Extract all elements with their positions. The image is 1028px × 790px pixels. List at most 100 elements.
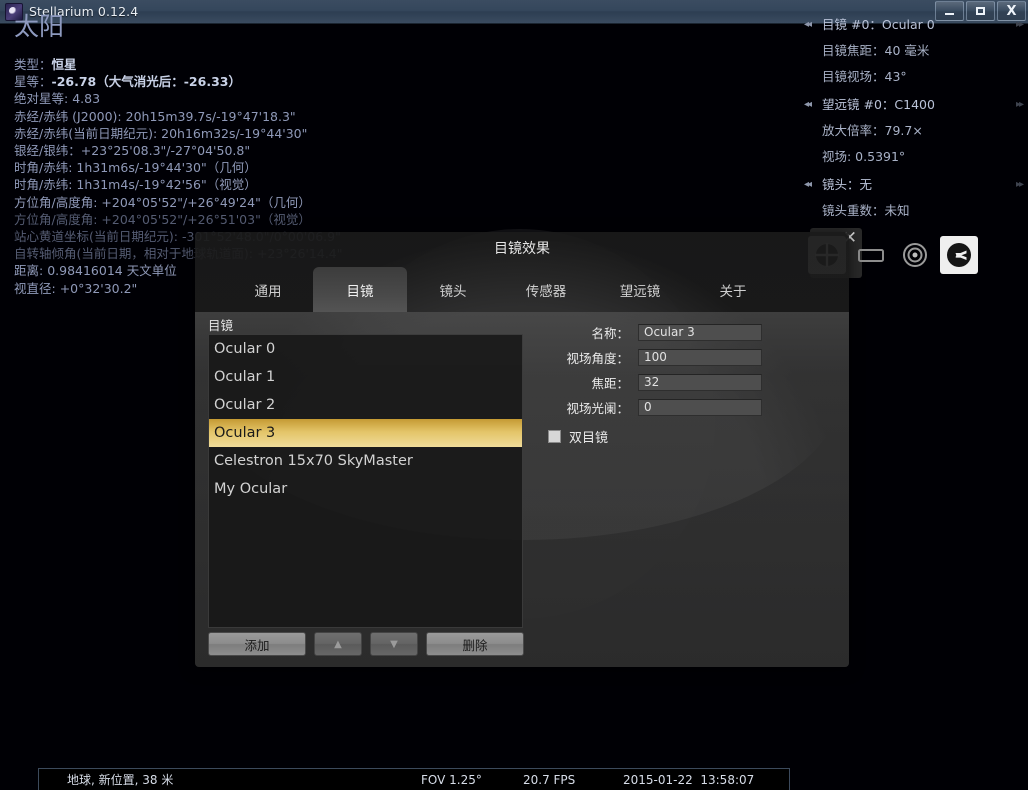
info-row: 赤经/赤纬(当前日期纪元): 20h16m32s/-19°44'30" [14,125,484,142]
ocular-group-label: 目镜 [208,318,234,333]
info-row: 星等：-26.78（大气消光后：-26.33） [14,73,484,90]
tab-label: 目镜 [346,284,374,300]
info-row-value: +0°32'30.2" [59,280,138,296]
move-up-button[interactable]: ▲ [314,632,362,656]
status-datetime[interactable]: 2015-01-22 13:58:07 [623,773,754,787]
dialog-body: 目镜 Ocular 0 Ocular 1 Ocular 2 Ocular 3 Celes… [195,312,849,667]
previous-arrow-icon[interactable]: ◂◂ [804,12,812,38]
sensor-rectangle-icon-button[interactable] [852,236,890,274]
binocular-checkbox-row[interactable]: 双目镜 [538,427,828,446]
info-row: 时角/赤纬: 1h31m6s/-19°44'30"（几何） [14,159,484,176]
list-item[interactable]: My Ocular [209,475,522,503]
next-arrow-icon[interactable]: ▸▸ [1016,92,1024,118]
ocular-status-head: ◂◂ 镜头：无 ▸▸ [796,172,1028,198]
tab-5[interactable]: 望远镜 [593,267,687,312]
add-ocular-button[interactable]: 添加 [208,632,306,656]
focal-length-field[interactable] [638,374,762,391]
ocular-status-group: ◂◂ 镜头：无 ▸▸ 镜头重数：未知 [796,172,1028,224]
ocular-status-group: ◂◂ 望远镜 #0：C1400 ▸▸ 放大倍率：79.7× 视场: 0.5391° [796,92,1028,170]
form-row: 视场光阑： [538,395,828,420]
info-row-label: 站心黄道坐标(当前日期纪元): [14,229,182,245]
ocular-status-head-label: 目镜 #0：Ocular 0 [822,17,935,32]
previous-arrow-icon[interactable]: ◂◂ [804,92,812,118]
info-row-value: 1h31m4s/-19°42'56"（视觉） [76,177,257,193]
next-arrow-icon[interactable]: ▸▸ [1016,172,1024,198]
info-row: 赤经/赤纬 (J2000): 20h15m39.7s/-19°47'18.3" [14,108,484,125]
tab-label: 镜头 [439,284,467,300]
dialog-action-buttons: 添加 ▲ ▼ 删除 [208,632,524,656]
info-row-value: 恒星 [51,57,77,72]
focal-length-field-label: 焦距： [591,376,629,391]
ocular-status-detail: 镜头重数：未知 [822,203,910,218]
tab-label: 望远镜 [619,284,661,300]
tab-3[interactable]: 镜头 [407,267,499,312]
list-item[interactable]: Ocular 1 [209,363,522,391]
info-row: 绝对星等: 4.83 [14,90,484,107]
info-row: 时角/赤纬: 1h31m4s/-19°42'56"（视觉） [14,176,484,193]
tab-4[interactable]: 传感器 [499,267,593,312]
list-item[interactable]: Celestron 15x70 SkyMaster [209,447,522,475]
name-field[interactable] [638,324,762,341]
next-arrow-icon[interactable]: ▸▸ [1016,12,1024,38]
list-item[interactable]: Ocular 0 [209,335,522,363]
status-fps: 20.7 FPS [523,772,576,787]
info-row-value: +23°25'08.3"/-27°04'50.8" [80,143,251,159]
ocular-status-head: ◂◂ 目镜 #0：Ocular 0 ▸▸ [796,12,1028,38]
info-row-value: +204°05'52"/+26°49'24"（几何） [101,194,311,210]
info-row-label: 视直径: [14,280,60,296]
list-item-label: My Ocular [214,481,288,497]
binocular-checkbox[interactable] [548,430,561,443]
info-row-label: 星等： [14,74,52,90]
tab-6[interactable]: 关于 [687,267,779,312]
info-row-label: 银经/银纬： [14,143,81,159]
info-row-label: 绝对星等: [14,91,73,107]
sensor-rectangle-icon [858,249,884,262]
afov-field-label: 视场角度： [566,351,629,366]
list-item[interactable]: Ocular 3 [209,419,522,447]
ocular-status-detail: 视场: 0.5391° [822,149,906,164]
dialog-title: 目镜效果 [494,241,550,257]
wrench-settings-icon-button[interactable] [940,236,978,274]
list-item-label: Ocular 3 [214,425,276,441]
info-row: 银经/银纬：+23°25'08.3"/-27°04'50.8" [14,142,484,159]
info-row-label: 距离: [14,263,48,279]
telrad-icon [903,243,927,267]
name-field-label: 名称： [591,326,629,341]
list-item[interactable]: Ocular 2 [209,391,522,419]
ocular-status-detail: 放大倍率：79.7× [822,123,923,138]
tab-2[interactable]: 目镜 [313,267,407,312]
info-row: 方位角/高度角: +204°05'52"/+26°49'24"（几何） [14,194,484,211]
field-stop-field[interactable] [638,399,762,416]
ocular-status-group: ◂◂ 目镜 #0：Ocular 0 ▸▸ 目镜焦距：40 毫米 目镜视场：43° [796,12,1028,90]
ocular-status-head-label: 望远镜 #0：C1400 [822,97,935,112]
tab-1[interactable]: 通用 [223,267,313,312]
field-stop-field-label: 视场光阑： [566,401,629,416]
previous-arrow-icon[interactable]: ◂◂ [804,172,812,198]
form-row: 视场角度： [538,345,828,370]
telrad-icon-button[interactable] [896,236,934,274]
info-row-label: 赤经/赤纬(当前日期纪元): [14,125,162,141]
ocular-status-head-label: 镜头：无 [822,177,873,192]
afov-field[interactable] [638,349,762,366]
info-row-value: +204°05'52"/+26°51'03"（视觉） [101,211,311,227]
info-row-label: 类型： [14,57,52,72]
tab-label: 通用 [254,284,282,300]
list-item-label: Celestron 15x70 SkyMaster [214,453,413,469]
dialog-tabs: 通用 目镜 镜头 传感器 望远镜 关于 [195,262,849,312]
tab-label: 关于 [719,284,747,300]
list-item-label: Ocular 1 [214,369,276,385]
status-location[interactable]: 地球, 新位置, 38 米 [67,771,173,788]
info-row: 类型：恒星 [14,56,484,73]
info-row: 方位角/高度角: +204°05'52"/+26°51'03"（视觉） [14,211,484,228]
delete-ocular-button[interactable]: 删除 [426,632,524,656]
info-row-value: 4.83 [72,91,101,107]
binocular-checkbox-label: 双目镜 [569,431,609,446]
move-down-button[interactable]: ▼ [370,632,418,656]
list-item-label: Ocular 2 [214,397,276,413]
form-row: 名称： [538,320,828,345]
ocular-list[interactable]: Ocular 0 Ocular 1 Ocular 2 Ocular 3 Celestro… [208,334,523,628]
info-row-label: 时角/赤纬: [14,177,77,193]
info-row-value: -26.78（大气消光后：-26.33） [51,74,241,90]
ocular-status-head: ◂◂ 望远镜 #0：C1400 ▸▸ [796,92,1028,118]
stellarium-window: Stellarium 0.12.4 X 太阳 类型：恒星 星等：-26.78（大气… [0,0,1028,790]
